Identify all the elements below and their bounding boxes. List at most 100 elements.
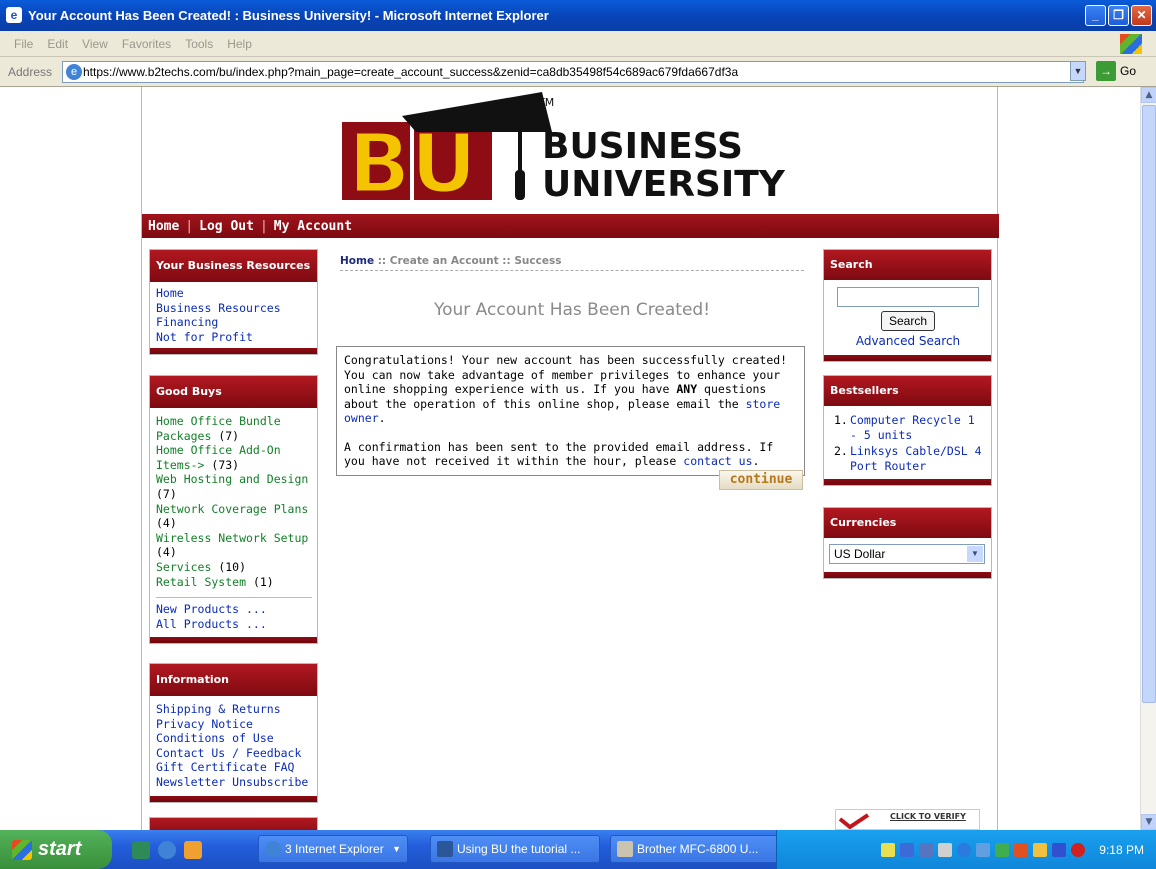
taskbar-item-word[interactable]: Using BU the tutorial ... — [430, 835, 600, 863]
nav-my-account[interactable]: My Account — [274, 219, 352, 234]
window-title-bar: e Your Account Has Been Created! : Busin… — [0, 0, 1156, 31]
category-item[interactable]: Web Hosting and Design (7) — [156, 472, 312, 501]
address-input[interactable]: e https://www.b2techs.com/bu/index.php?m… — [62, 61, 1084, 83]
sidebox-title: Your Business Resources — [150, 250, 317, 282]
tray-icon[interactable] — [957, 842, 972, 857]
menu-file[interactable]: File — [14, 37, 33, 51]
media-icon[interactable] — [184, 840, 202, 859]
business-university-logo: BU TM BUSINESS UNIVERSITY — [342, 92, 786, 214]
vertical-scrollbar[interactable]: ▲ ▼ — [1140, 87, 1156, 830]
contact-us-link[interactable]: contact us — [683, 454, 752, 468]
resource-link-business-resources[interactable]: Business Resources — [156, 301, 312, 316]
currency-select[interactable]: US Dollar ▼ — [829, 544, 985, 564]
window-controls: _ ❐ ✕ — [1085, 5, 1152, 26]
resource-link-not-for-profit[interactable]: Not for Profit — [156, 330, 312, 345]
category-item[interactable]: Network Coverage Plans (4) — [156, 502, 312, 531]
show-desktop-icon[interactable] — [132, 840, 150, 859]
sidebox-title: Search — [824, 250, 991, 280]
sidebox-search: Search Search Advanced Search — [823, 249, 992, 362]
menu-tools[interactable]: Tools — [185, 37, 213, 51]
chevron-down-icon: ▼ — [967, 546, 983, 562]
nav-separator: | — [259, 218, 268, 234]
minimize-button[interactable]: _ — [1085, 5, 1106, 26]
category-item[interactable]: Home Office Bundle Packages (7) — [156, 414, 312, 443]
go-arrow-icon: → — [1096, 61, 1116, 81]
menu-favorites[interactable]: Favorites — [122, 37, 171, 51]
windows-flag-icon — [12, 839, 32, 860]
new-products-link[interactable]: New Products ... — [156, 602, 312, 617]
top-navigation: Home | Log Out | My Account — [142, 214, 999, 238]
scroll-thumb[interactable] — [1142, 105, 1156, 703]
site-container: BU TM BUSINESS UNIVERSITY Home | Log Out… — [141, 87, 999, 830]
menu-view[interactable]: View — [82, 37, 108, 51]
currency-selected: US Dollar — [834, 546, 886, 561]
menu-help[interactable]: Help — [227, 37, 252, 51]
scroll-up-icon[interactable]: ▲ — [1141, 87, 1156, 103]
info-link-shipping[interactable]: Shipping & Returns — [156, 702, 312, 717]
tassel — [515, 170, 525, 200]
close-button[interactable]: ✕ — [1131, 5, 1152, 26]
menu-bar: File Edit View Favorites Tools Help — [0, 31, 1156, 57]
bestseller-item[interactable]: 2. Linksys Cable/DSL 4 Port Router — [834, 444, 985, 473]
nav-separator: | — [185, 218, 194, 234]
address-label: Address — [8, 64, 53, 79]
start-label: start — [38, 838, 82, 860]
menu-edit[interactable]: Edit — [47, 37, 68, 51]
chevron-down-icon: ▼ — [392, 844, 401, 854]
advanced-search-link[interactable]: Advanced Search — [830, 334, 986, 349]
info-link-privacy[interactable]: Privacy Notice — [156, 717, 312, 732]
sidebox-title: Information — [150, 664, 317, 696]
url-text: https://www.b2techs.com/bu/index.php?mai… — [83, 65, 739, 79]
info-link-gift-certificate[interactable]: Gift Certificate FAQ — [156, 760, 312, 775]
info-link-contact[interactable]: Contact Us / Feedback — [156, 746, 312, 761]
resource-link-financing[interactable]: Financing — [156, 315, 312, 330]
breadcrumb-trail: :: Create an Account :: Success — [374, 255, 562, 267]
bestseller-item[interactable]: 1. Computer Recycle 1 - 5 units — [834, 413, 985, 442]
verisign-seal[interactable]: CLICK TO VERIFY — [835, 809, 980, 830]
start-button[interactable]: start — [0, 830, 112, 869]
tray-icon[interactable] — [1033, 842, 1048, 857]
ie-quicklaunch-icon[interactable] — [158, 840, 176, 859]
taskbar-item-printer[interactable]: Brother MFC-6800 U... — [610, 835, 780, 863]
info-link-newsletter[interactable]: Newsletter Unsubscribe — [156, 775, 312, 790]
category-item[interactable]: Services (10) — [156, 560, 312, 575]
tray-icon[interactable] — [1052, 842, 1067, 857]
search-button[interactable]: Search — [881, 311, 935, 331]
tray-icon[interactable] — [976, 842, 991, 857]
tray-icon[interactable] — [881, 842, 896, 857]
tray-icon[interactable] — [995, 842, 1010, 857]
logo-line-university: UNIVERSITY — [542, 164, 786, 205]
tray-icon[interactable] — [1071, 842, 1086, 857]
breadcrumb: Home :: Create an Account :: Success — [340, 255, 804, 271]
message-paragraph-1: Congratulations! Your new account has be… — [344, 353, 788, 425]
message-paragraph-2: A confirmation has been sent to the prov… — [344, 439, 774, 469]
mortarboard-icon — [402, 92, 552, 132]
nav-home[interactable]: Home — [148, 219, 179, 234]
sidebox-bestsellers: Bestsellers 1. Computer Recycle 1 - 5 uni… — [823, 375, 992, 487]
scroll-down-icon[interactable]: ▼ — [1141, 814, 1156, 830]
continue-button[interactable]: continue — [719, 470, 803, 490]
trademark: TM — [537, 96, 554, 109]
page-title: Your Account Has Been Created! — [433, 300, 711, 320]
tray-icon[interactable] — [919, 842, 934, 857]
category-item[interactable]: Retail System (1) — [156, 575, 312, 590]
category-item[interactable]: Wireless Network Setup (4) — [156, 531, 312, 560]
address-dropdown-icon[interactable]: ▼ — [1070, 61, 1086, 81]
tray-icon[interactable] — [900, 842, 915, 857]
sidebox-title: Good Buys — [150, 376, 317, 408]
category-item[interactable]: Home Office Add-On Items-> (73) — [156, 443, 312, 472]
sidebox-good-buys: Good Buys Home Office Bundle Packages (7… — [149, 375, 318, 645]
sidebox-title: Currencies — [824, 508, 991, 538]
tray-icon[interactable] — [1014, 842, 1029, 857]
taskbar-item-internet-explorer[interactable]: 3 Internet Explorer ▼ — [258, 835, 408, 863]
tray-icon[interactable] — [938, 842, 953, 857]
search-input[interactable] — [837, 287, 979, 307]
go-button[interactable]: → Go — [1096, 61, 1136, 81]
nav-logout[interactable]: Log Out — [199, 219, 254, 234]
restore-button[interactable]: ❐ — [1108, 5, 1129, 26]
sidebox-business-resources: Your Business Resources Home Business Re… — [149, 249, 318, 356]
info-link-conditions[interactable]: Conditions of Use — [156, 731, 312, 746]
all-products-link[interactable]: All Products ... — [156, 617, 312, 632]
breadcrumb-home-link[interactable]: Home — [340, 255, 374, 267]
resource-link-home[interactable]: Home — [156, 286, 312, 301]
